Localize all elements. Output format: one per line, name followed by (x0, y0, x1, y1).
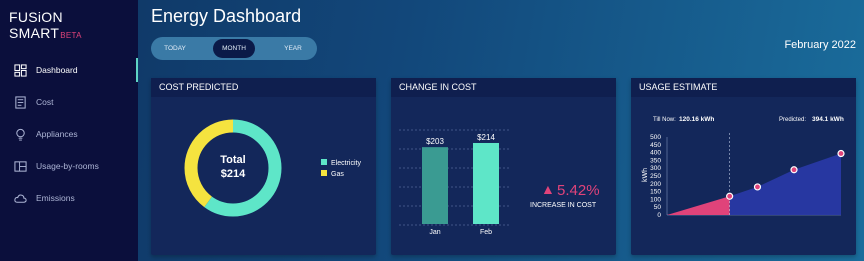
usage-area-chart: Till Now: 120.16 kWh Predicted: 394.1 kW… (642, 116, 845, 219)
card-title: USAGE ESTIMATE (631, 78, 856, 97)
till-now-value: 120.16 kWh (679, 116, 714, 123)
bulb-icon (16, 128, 25, 141)
card-title: CHANGE IN COST (391, 78, 616, 97)
bar-value-label: $203 (426, 137, 444, 146)
sidebar-item-appliances[interactable]: Appliances (14, 124, 78, 144)
y-tick-label: 0 (657, 212, 661, 219)
sidebar-item-label: Usage-by-rooms (36, 161, 99, 171)
change-up-icon: ▲ (541, 181, 555, 197)
till-now-label: Till Now: (653, 117, 676, 123)
brand-name: FUSiON SMART (9, 9, 63, 41)
cost-donut-chart: Total $214 Electricity Gas (184, 119, 361, 217)
sidebar-item-label: Emissions (36, 193, 75, 203)
sidebar-item-cost[interactable]: Cost (14, 92, 53, 112)
period-year-button[interactable]: YEAR (273, 37, 313, 60)
y-tick-label: 150 (650, 189, 661, 196)
legend-label-electricity: Electricity (331, 160, 361, 167)
y-tick-label: 50 (654, 204, 662, 211)
sidebar-item-emissions[interactable]: Emissions (14, 188, 75, 208)
total-value: $214 (221, 168, 246, 180)
usage-point[interactable] (837, 149, 845, 158)
y-axis-label: kWh (642, 168, 649, 182)
y-tick-label: 500 (650, 134, 661, 141)
beta-badge: BETA (60, 31, 82, 40)
period-month-button[interactable]: MONTH (213, 39, 255, 58)
usage-point[interactable] (790, 166, 798, 174)
y-tick-label: 300 (650, 165, 661, 172)
cost-icon (15, 95, 26, 109)
cost-predicted-card: COST PREDICTED Total $214 Electricity Ga… (151, 78, 376, 255)
current-period-date: February 2022 (784, 39, 856, 51)
actual-usage-area (667, 196, 730, 215)
card-title: COST PREDICTED (151, 78, 376, 97)
usage-point[interactable] (753, 183, 762, 191)
y-tick-label: 450 (650, 142, 661, 149)
sidebar-item-dashboard[interactable]: Dashboard (14, 60, 78, 80)
change-in-cost-card: CHANGE IN COST $203 Jan $214 Feb ▲ 5.42% IN… (391, 78, 616, 255)
change-caption: INCREASE IN COST (530, 202, 597, 209)
sidebar-item-label: Appliances (36, 129, 78, 139)
cloud-icon (14, 194, 27, 203)
predicted-value: 394.1 kWh (812, 116, 844, 123)
bar-feb (473, 142, 499, 224)
sidebar: FUSiON SMARTBETA Dashboard Cost Applianc… (0, 0, 138, 261)
y-tick-label: 200 (650, 181, 661, 188)
bar-jan (422, 147, 448, 224)
legend-swatch-gas (321, 170, 327, 176)
bar-value-label: $214 (477, 133, 495, 142)
sidebar-item-label: Cost (36, 97, 54, 107)
predicted-label: Predicted: (779, 117, 806, 123)
sidebar-item-usage-by-rooms[interactable]: Usage-by-rooms (14, 156, 99, 176)
cost-change-bar-chart: $203 Jan $214 Feb ▲ 5.42% INCREASE IN COST (399, 129, 600, 236)
y-tick-label: 400 (650, 150, 661, 157)
y-tick-label: 250 (650, 173, 661, 180)
legend-label-gas: Gas (331, 171, 344, 178)
predicted-usage-area (729, 153, 841, 215)
page-title: Energy Dashboard (151, 6, 302, 26)
sidebar-item-label: Dashboard (36, 65, 78, 75)
legend-swatch-electricity (321, 159, 327, 165)
y-tick-label: 350 (650, 157, 661, 164)
period-today-button[interactable]: TODAY (155, 37, 195, 60)
bar-category-label: Feb (480, 229, 492, 236)
y-tick-label: 100 (650, 196, 661, 203)
bar-category-label: Jan (429, 229, 440, 236)
dashboard-icon (14, 63, 27, 77)
rooms-icon (14, 160, 27, 172)
brand-logo[interactable]: FUSiON SMARTBETA (9, 9, 138, 41)
total-label: Total (220, 154, 245, 166)
change-percent: 5.42% (557, 182, 600, 199)
usage-estimate-card: USAGE ESTIMATE Till Now: 120.16 kWh Pred… (631, 78, 856, 255)
usage-point[interactable] (726, 192, 734, 200)
active-indicator (136, 58, 138, 82)
period-toggle: TODAY MONTH YEAR (151, 37, 317, 60)
